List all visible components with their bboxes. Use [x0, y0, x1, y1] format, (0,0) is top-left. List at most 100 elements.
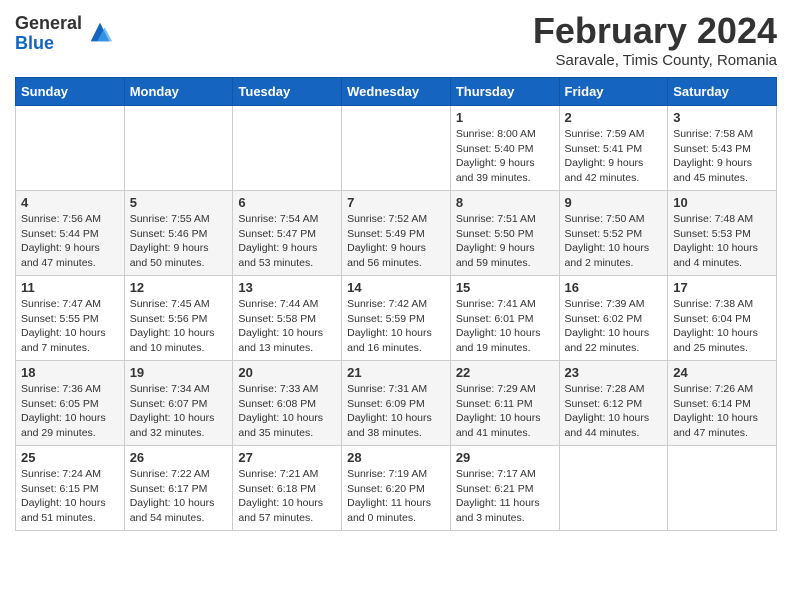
calendar-cell: 22 Sunrise: 7:29 AMSunset: 6:11 PMDayligh…	[450, 361, 559, 446]
day-info: Sunrise: 7:56 AMSunset: 5:44 PMDaylight:…	[21, 212, 119, 271]
calendar-cell: 16Sunrise: 7:39 AMSunset: 6:02 PMDayligh…	[559, 276, 668, 361]
page-header: General Blue February 2024 Saravale, Tim…	[15, 10, 777, 69]
calendar-cell: 10 Sunrise: 7:48 AMSunset: 5:53 PMDayligh…	[668, 191, 777, 276]
day-number: 29	[456, 450, 554, 465]
day-info: Sunrise: 7:31 AMSunset: 6:09 PMDaylight:…	[347, 382, 445, 441]
day-number: 23	[565, 365, 663, 380]
day-number: 2	[565, 110, 663, 125]
calendar-cell	[16, 106, 125, 191]
header-tuesday: Tuesday	[233, 78, 342, 106]
calendar-cell	[233, 106, 342, 191]
day-info: Sunrise: 7:48 AMSunset: 5:53 PMDaylight:…	[673, 212, 771, 271]
header-saturday: Saturday	[668, 78, 777, 106]
month-title: February 2024	[533, 10, 777, 52]
calendar-cell: 23 Sunrise: 7:28 AMSunset: 6:12 PMDayligh…	[559, 361, 668, 446]
day-number: 25	[21, 450, 119, 465]
calendar-week-2: 4 Sunrise: 7:56 AMSunset: 5:44 PMDaylight…	[16, 191, 777, 276]
day-number: 10	[673, 195, 771, 210]
day-info: Sunrise: 7:50 AMSunset: 5:52 PMDaylight:…	[565, 212, 663, 271]
day-info: Sunrise: 7:52 AMSunset: 5:49 PMDaylight:…	[347, 212, 445, 271]
calendar-cell: 3 Sunrise: 7:58 AMSunset: 5:43 PMDaylight…	[668, 106, 777, 191]
day-info: Sunrise: 7:44 AMSunset: 5:58 PMDaylight:…	[238, 297, 336, 356]
day-number: 12	[130, 280, 228, 295]
day-info: Sunrise: 7:59 AMSunset: 5:41 PMDaylight:…	[565, 127, 663, 186]
day-info: Sunrise: 7:51 AMSunset: 5:50 PMDaylight:…	[456, 212, 554, 271]
day-number: 19	[130, 365, 228, 380]
calendar-cell: 24 Sunrise: 7:26 AMSunset: 6:14 PMDayligh…	[668, 361, 777, 446]
logo-text: General Blue	[15, 14, 82, 54]
day-info: Sunrise: 7:24 AMSunset: 6:15 PMDaylight:…	[21, 467, 119, 526]
day-info: Sunrise: 7:26 AMSunset: 6:14 PMDaylight:…	[673, 382, 771, 441]
calendar-week-5: 25 Sunrise: 7:24 AMSunset: 6:15 PMDayligh…	[16, 446, 777, 531]
day-number: 22	[456, 365, 554, 380]
day-number: 6	[238, 195, 336, 210]
day-number: 1	[456, 110, 554, 125]
calendar-cell: 12Sunrise: 7:45 AMSunset: 5:56 PMDayligh…	[124, 276, 233, 361]
day-number: 15	[456, 280, 554, 295]
day-number: 3	[673, 110, 771, 125]
day-number: 28	[347, 450, 445, 465]
header-sunday: Sunday	[16, 78, 125, 106]
day-info: Sunrise: 7:29 AMSunset: 6:11 PMDaylight:…	[456, 382, 554, 441]
day-info: Sunrise: 7:58 AMSunset: 5:43 PMDaylight:…	[673, 127, 771, 186]
calendar-week-3: 11 Sunrise: 7:47 AMSunset: 5:55 PMDayligh…	[16, 276, 777, 361]
calendar-cell: 26 Sunrise: 7:22 AMSunset: 6:17 PMDayligh…	[124, 446, 233, 531]
day-number: 24	[673, 365, 771, 380]
day-number: 21	[347, 365, 445, 380]
header-wednesday: Wednesday	[342, 78, 451, 106]
day-number: 14	[347, 280, 445, 295]
day-number: 9	[565, 195, 663, 210]
header-thursday: Thursday	[450, 78, 559, 106]
day-info: Sunrise: 7:42 AMSunset: 5:59 PMDaylight:…	[347, 297, 445, 356]
day-info: Sunrise: 7:22 AMSunset: 6:17 PMDaylight:…	[130, 467, 228, 526]
day-number: 17	[673, 280, 771, 295]
day-info: Sunrise: 7:34 AMSunset: 6:07 PMDaylight:…	[130, 382, 228, 441]
day-info: Sunrise: 7:39 AMSunset: 6:02 PMDaylight:…	[565, 297, 663, 356]
day-number: 7	[347, 195, 445, 210]
calendar: Sunday Monday Tuesday Wednesday Thursday…	[15, 77, 777, 531]
calendar-cell: 27 Sunrise: 7:21 AMSunset: 6:18 PMDayligh…	[233, 446, 342, 531]
calendar-cell: 1 Sunrise: 8:00 AMSunset: 5:40 PMDaylight…	[450, 106, 559, 191]
day-info: Sunrise: 7:28 AMSunset: 6:12 PMDaylight:…	[565, 382, 663, 441]
calendar-cell: 18 Sunrise: 7:36 AMSunset: 6:05 PMDayligh…	[16, 361, 125, 446]
day-info: Sunrise: 7:36 AMSunset: 6:05 PMDaylight:…	[21, 382, 119, 441]
calendar-cell: 15 Sunrise: 7:41 AMSunset: 6:01 PMDayligh…	[450, 276, 559, 361]
calendar-cell: 13Sunrise: 7:44 AMSunset: 5:58 PMDayligh…	[233, 276, 342, 361]
day-info: Sunrise: 7:55 AMSunset: 5:46 PMDaylight:…	[130, 212, 228, 271]
calendar-cell: 9 Sunrise: 7:50 AMSunset: 5:52 PMDaylight…	[559, 191, 668, 276]
day-number: 27	[238, 450, 336, 465]
calendar-cell: 6Sunrise: 7:54 AMSunset: 5:47 PMDaylight…	[233, 191, 342, 276]
calendar-cell: 21 Sunrise: 7:31 AMSunset: 6:09 PMDayligh…	[342, 361, 451, 446]
day-number: 4	[21, 195, 119, 210]
calendar-cell	[124, 106, 233, 191]
calendar-cell	[668, 446, 777, 531]
day-number: 26	[130, 450, 228, 465]
day-number: 11	[21, 280, 119, 295]
day-number: 18	[21, 365, 119, 380]
location: Saravale, Timis County, Romania	[533, 52, 777, 69]
day-number: 8	[456, 195, 554, 210]
logo-blue: Blue	[15, 34, 82, 54]
calendar-cell: 25 Sunrise: 7:24 AMSunset: 6:15 PMDayligh…	[16, 446, 125, 531]
day-info: Sunrise: 7:41 AMSunset: 6:01 PMDaylight:…	[456, 297, 554, 356]
day-info: Sunrise: 7:33 AMSunset: 6:08 PMDaylight:…	[238, 382, 336, 441]
header-friday: Friday	[559, 78, 668, 106]
day-info: Sunrise: 7:38 AMSunset: 6:04 PMDaylight:…	[673, 297, 771, 356]
calendar-cell: 20Sunrise: 7:33 AMSunset: 6:08 PMDayligh…	[233, 361, 342, 446]
calendar-cell: 7 Sunrise: 7:52 AMSunset: 5:49 PMDaylight…	[342, 191, 451, 276]
day-info: Sunrise: 8:00 AMSunset: 5:40 PMDaylight:…	[456, 127, 554, 186]
title-block: February 2024 Saravale, Timis County, Ro…	[533, 10, 777, 69]
calendar-cell: 28Sunrise: 7:19 AMSunset: 6:20 PMDayligh…	[342, 446, 451, 531]
calendar-cell: 5 Sunrise: 7:55 AMSunset: 5:46 PMDaylight…	[124, 191, 233, 276]
calendar-cell: 2 Sunrise: 7:59 AMSunset: 5:41 PMDaylight…	[559, 106, 668, 191]
calendar-cell: 8 Sunrise: 7:51 AMSunset: 5:50 PMDaylight…	[450, 191, 559, 276]
calendar-cell	[559, 446, 668, 531]
calendar-week-1: 1 Sunrise: 8:00 AMSunset: 5:40 PMDaylight…	[16, 106, 777, 191]
day-info: Sunrise: 7:21 AMSunset: 6:18 PMDaylight:…	[238, 467, 336, 526]
day-info: Sunrise: 7:47 AMSunset: 5:55 PMDaylight:…	[21, 297, 119, 356]
day-info: Sunrise: 7:17 AMSunset: 6:21 PMDaylight:…	[456, 467, 554, 526]
logo-icon	[86, 18, 114, 46]
logo: General Blue	[15, 14, 114, 54]
calendar-cell: 17 Sunrise: 7:38 AMSunset: 6:04 PMDayligh…	[668, 276, 777, 361]
day-number: 5	[130, 195, 228, 210]
